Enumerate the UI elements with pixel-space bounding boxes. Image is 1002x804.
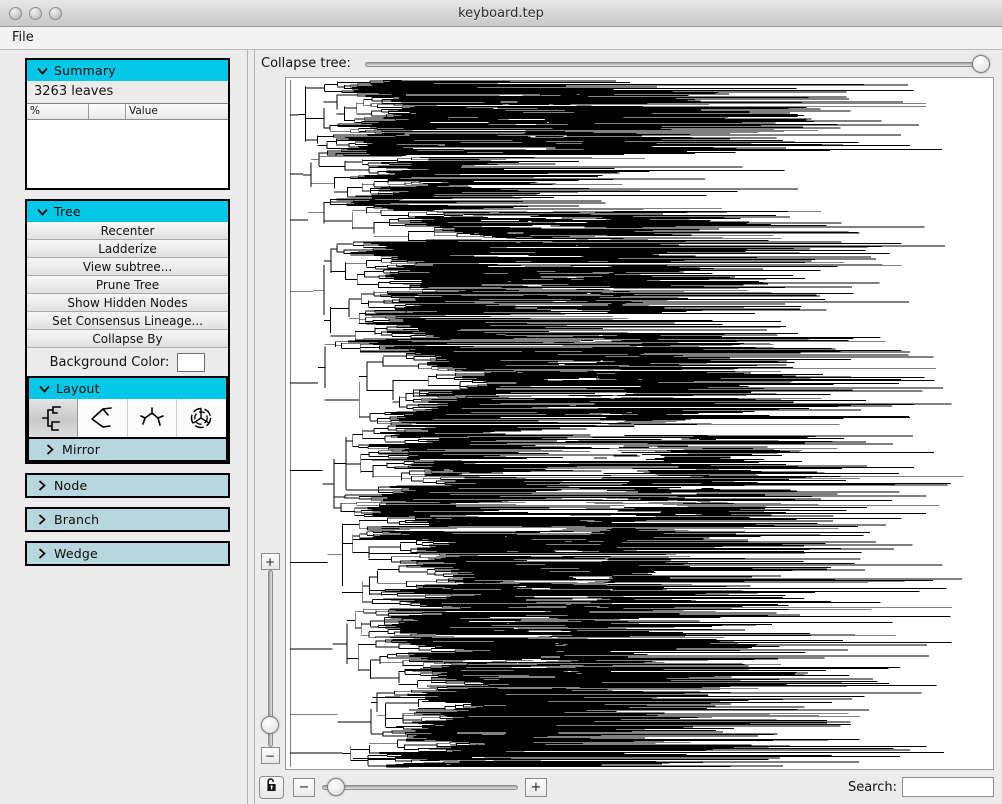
column-header-blank[interactable] bbox=[89, 104, 126, 119]
background-color-swatch[interactable] bbox=[177, 352, 206, 372]
panel-branch: Branch bbox=[25, 507, 230, 532]
twisty-closed-icon bbox=[35, 548, 49, 559]
panel-tree-title: Tree bbox=[54, 204, 81, 219]
panel-branch-header[interactable]: Branch bbox=[27, 509, 228, 530]
circular-layout-icon bbox=[188, 405, 214, 431]
column-header-value[interactable]: Value bbox=[126, 104, 228, 119]
rectangular-layout-icon bbox=[41, 405, 65, 431]
vertical-zoom-out-button[interactable]: − bbox=[260, 747, 280, 764]
panel-mirror-header[interactable]: Mirror bbox=[29, 439, 226, 460]
summary-table-header: % Value bbox=[27, 104, 228, 120]
phylogenetic-tree-canvas[interactable] bbox=[285, 77, 994, 770]
control-sidebar: Summary 3263 leaves % Value Tree Recente… bbox=[0, 50, 248, 804]
tree-canvas-wrapper bbox=[285, 77, 1002, 770]
panel-node-title: Node bbox=[54, 478, 88, 493]
unrooted-layout-button[interactable] bbox=[127, 399, 177, 437]
unlock-button[interactable] bbox=[259, 775, 284, 799]
slanted-layout-icon bbox=[89, 405, 115, 431]
circular-layout-button[interactable] bbox=[176, 399, 226, 437]
sidebar-splitter[interactable] bbox=[248, 50, 255, 804]
panel-summary-title: Summary bbox=[54, 63, 116, 78]
window-body: Summary 3263 leaves % Value Tree Recente… bbox=[0, 50, 1002, 804]
leaf-count-label: 3263 leaves bbox=[27, 81, 228, 104]
layout-option-group bbox=[29, 399, 226, 439]
slanted-layout-button[interactable] bbox=[78, 399, 128, 437]
horizontal-zoom-in-button[interactable]: + bbox=[525, 777, 547, 797]
show-hidden-nodes-button[interactable]: Show Hidden Nodes bbox=[27, 294, 228, 312]
window-title: keyboard.tep bbox=[458, 6, 544, 21]
twisty-closed-icon bbox=[43, 444, 57, 455]
prune-tree-button[interactable]: Prune Tree bbox=[27, 276, 228, 294]
vertical-zoom-controls: + − bbox=[255, 77, 285, 770]
search-label: Search: bbox=[847, 779, 897, 795]
collapse-by-button[interactable]: Collapse By bbox=[27, 330, 228, 348]
panel-layout-header[interactable]: Layout bbox=[29, 378, 226, 399]
tree-drawing bbox=[289, 79, 964, 768]
unlock-icon bbox=[264, 777, 279, 797]
panel-branch-title: Branch bbox=[54, 512, 100, 527]
unrooted-layout-icon bbox=[139, 405, 165, 431]
horizontal-zoom-out-button[interactable]: − bbox=[293, 777, 315, 797]
background-color-row: Background Color: bbox=[27, 348, 228, 376]
twisty-closed-icon bbox=[35, 480, 49, 491]
view-subtree-button[interactable]: View subtree... bbox=[27, 258, 228, 276]
bottom-toolbar: − + Search: bbox=[255, 770, 1002, 804]
tree-region: + − bbox=[255, 77, 1002, 770]
application-window: keyboard.tep File Summary 3263 leaves % … bbox=[0, 0, 1002, 804]
panel-tree: Tree Recenter Ladderize View subtree... … bbox=[25, 199, 230, 464]
twisty-open-icon bbox=[35, 67, 49, 75]
twisty-open-icon bbox=[35, 208, 49, 216]
collapse-tree-label: Collapse tree: bbox=[261, 56, 351, 71]
panel-tree-header[interactable]: Tree bbox=[27, 201, 228, 222]
rectangular-layout-button[interactable] bbox=[29, 399, 79, 437]
twisty-closed-icon bbox=[35, 514, 49, 525]
summary-table: % Value bbox=[27, 104, 228, 188]
panel-wedge-header[interactable]: Wedge bbox=[27, 543, 228, 564]
collapse-tree-toolbar: Collapse tree: bbox=[255, 50, 1002, 77]
panel-summary-body: 3263 leaves % Value bbox=[27, 81, 228, 188]
search-input[interactable] bbox=[902, 777, 994, 797]
window-titlebar: keyboard.tep bbox=[0, 0, 1002, 27]
menu-file[interactable]: File bbox=[3, 28, 43, 48]
horizontal-zoom-slider-thumb[interactable] bbox=[327, 778, 346, 796]
column-header-percent[interactable]: % bbox=[27, 104, 89, 119]
panel-wedge: Wedge bbox=[25, 541, 230, 566]
horizontal-zoom-slider-track bbox=[322, 785, 518, 790]
panel-summary: Summary 3263 leaves % Value bbox=[25, 58, 230, 190]
vertical-zoom-slider-thumb[interactable] bbox=[261, 716, 279, 735]
collapse-tree-slider[interactable] bbox=[364, 53, 990, 75]
panel-node: Node bbox=[25, 473, 230, 498]
panel-layout: Layout Mirror bbox=[27, 376, 228, 462]
horizontal-zoom-slider[interactable] bbox=[322, 776, 518, 798]
set-consensus-lineage-button[interactable]: Set Consensus Lineage... bbox=[27, 312, 228, 330]
twisty-open-icon bbox=[37, 385, 51, 393]
panel-mirror-title: Mirror bbox=[62, 442, 101, 457]
summary-table-body[interactable] bbox=[27, 120, 228, 187]
panel-node-header[interactable]: Node bbox=[27, 475, 228, 496]
panel-layout-title: Layout bbox=[56, 381, 100, 396]
background-color-label: Background Color: bbox=[49, 354, 170, 370]
collapse-tree-slider-track bbox=[364, 61, 990, 67]
main-area: Collapse tree: + − − + Search: bbox=[255, 50, 1002, 804]
ladderize-button[interactable]: Ladderize bbox=[27, 240, 228, 258]
vertical-zoom-slider[interactable] bbox=[259, 570, 281, 747]
vertical-zoom-in-button[interactable]: + bbox=[260, 553, 280, 570]
recenter-button[interactable]: Recenter bbox=[27, 222, 228, 240]
collapse-tree-slider-thumb[interactable] bbox=[972, 54, 990, 73]
panel-wedge-title: Wedge bbox=[54, 546, 98, 561]
panel-summary-header[interactable]: Summary bbox=[27, 60, 228, 81]
menubar: File bbox=[0, 27, 1002, 50]
